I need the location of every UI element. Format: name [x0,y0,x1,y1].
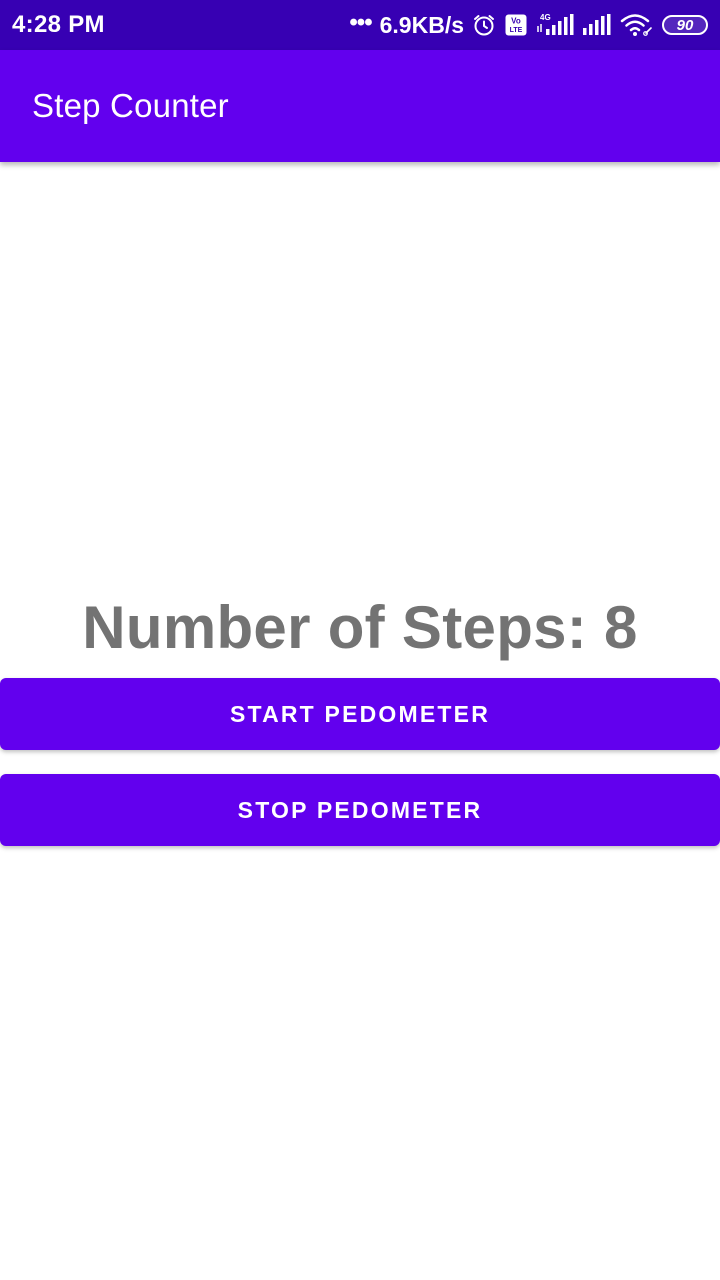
signal-4g-icon: 4G [537,13,574,35]
svg-text:4G: 4G [540,13,551,22]
app-bar: Step Counter [0,50,720,162]
steps-count-label: Number of Steps: 8 [82,594,638,661]
signal-icon [583,14,611,35]
svg-text:Vo: Vo [511,17,521,26]
svg-text:LTE: LTE [510,27,523,34]
more-notifications-icon: ••• [349,9,372,36]
network-speed: 6.9KB/s [379,11,464,38]
alarm-icon [474,15,494,36]
start-pedometer-button[interactable]: START PEDOMETER [0,678,720,750]
status-bar: 4:28 PM ••• 6.9KB/s Vo LTE 4G 90 [0,0,720,50]
wifi-icon [620,14,652,36]
app-title: Step Counter [32,87,229,124]
status-time: 4:28 PM [12,11,105,38]
stop-pedometer-button[interactable]: STOP PEDOMETER [0,774,720,846]
battery-icon: 90 [662,15,708,35]
status-icons: ••• 6.9KB/s Vo LTE 4G 90 [349,9,708,39]
volte-icon: Vo LTE [505,14,527,36]
